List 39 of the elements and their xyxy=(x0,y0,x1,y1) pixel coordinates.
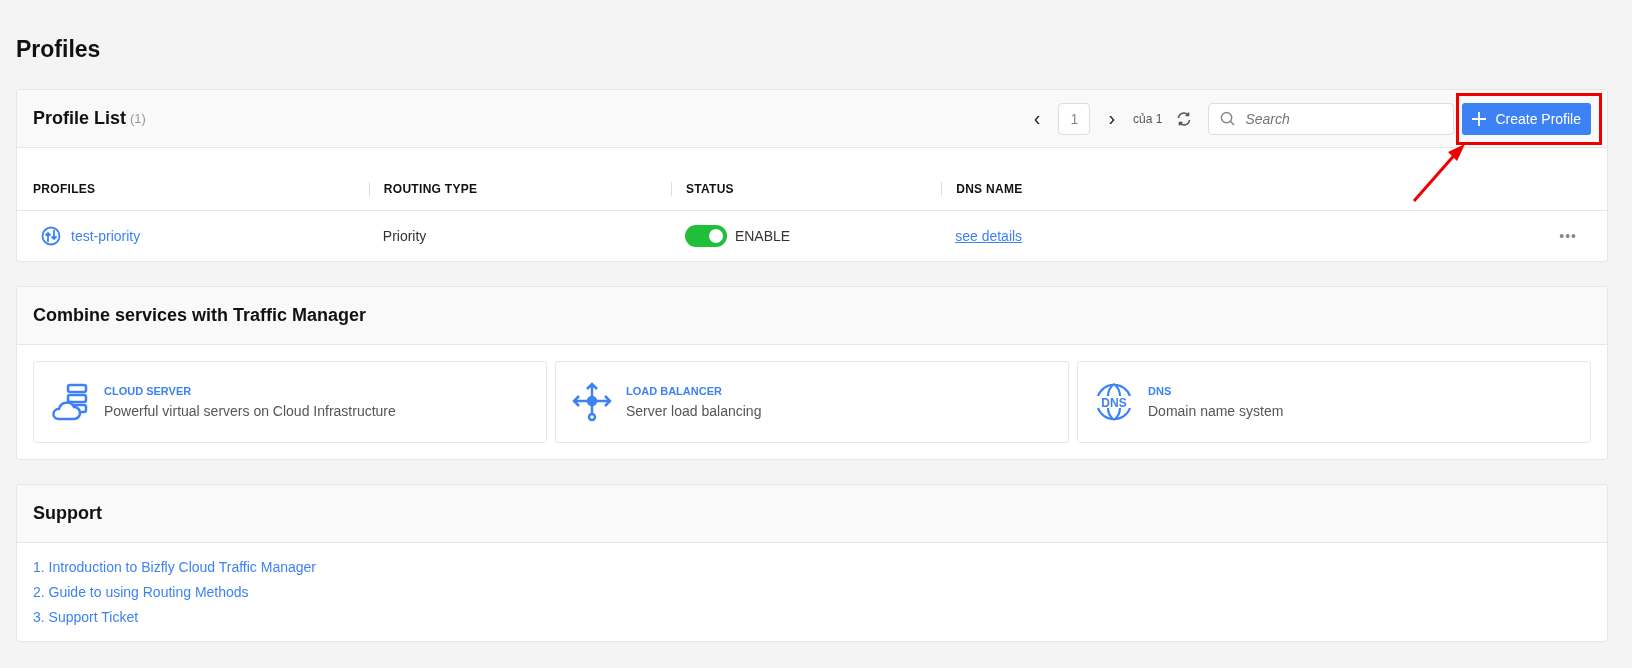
page-title: Profiles xyxy=(16,36,102,63)
service-name: LOAD BALANCER xyxy=(626,385,723,397)
search-field[interactable]: Search xyxy=(1208,102,1455,135)
previous-page-button[interactable]: ‹ xyxy=(1029,107,1045,130)
service-card[interactable]: DNS DNS Domain name system xyxy=(1077,361,1591,443)
status-text: ENABLE xyxy=(734,228,791,244)
column-header: PROFILES xyxy=(33,182,96,196)
page-total: của 1 xyxy=(1133,111,1163,126)
search-icon xyxy=(1220,110,1236,126)
service-name: CLOUD SERVER xyxy=(104,385,193,397)
profile-count: (1) xyxy=(130,111,146,126)
service-description: Powerful virtual servers on Cloud Infrastructure xyxy=(104,403,396,419)
service-description: Server load balancing xyxy=(626,403,762,419)
table-cell: Priority xyxy=(366,210,669,261)
support-link[interactable]: 1. Introduction to Bizfly Cloud Traffic Manager xyxy=(33,559,1591,575)
profile-icon xyxy=(41,226,61,246)
service-name: DNS xyxy=(1148,385,1173,397)
refresh-icon[interactable] xyxy=(1176,110,1193,127)
support-link[interactable]: 2. Guide to using Routing Methods xyxy=(33,584,1591,600)
card-title: Profile List xyxy=(33,108,126,129)
see-details-link[interactable]: see details xyxy=(955,228,1023,244)
column-header: STATUS xyxy=(670,182,734,196)
page-number-field[interactable]: 1 xyxy=(1058,102,1091,135)
card-title: Combine services with Traffic Manager xyxy=(33,305,367,326)
service-card[interactable]: LOAD BALANCER Server load balancing xyxy=(555,361,1069,443)
column-header: ROUTING TYPE xyxy=(368,182,478,196)
support-link[interactable]: 3. Support Ticket xyxy=(33,609,1591,625)
service-description: Domain name system xyxy=(1148,403,1284,419)
next-page-button[interactable]: › xyxy=(1104,107,1120,130)
status-toggle[interactable] xyxy=(684,225,727,247)
cloud-server-icon xyxy=(50,382,90,422)
profile-link[interactable]: test-priority xyxy=(71,228,141,244)
create-profile-button[interactable]: Create Profile xyxy=(1462,102,1591,135)
more-options-button[interactable]: ••• xyxy=(1559,228,1577,244)
card-title: Support xyxy=(33,503,102,524)
network-icon xyxy=(572,382,612,422)
column-header: DNS NAME xyxy=(941,182,1023,196)
service-card[interactable]: CLOUD SERVER Powerful virtual servers on Cloud Infrastructure xyxy=(33,361,547,443)
plus-icon xyxy=(1472,111,1487,126)
